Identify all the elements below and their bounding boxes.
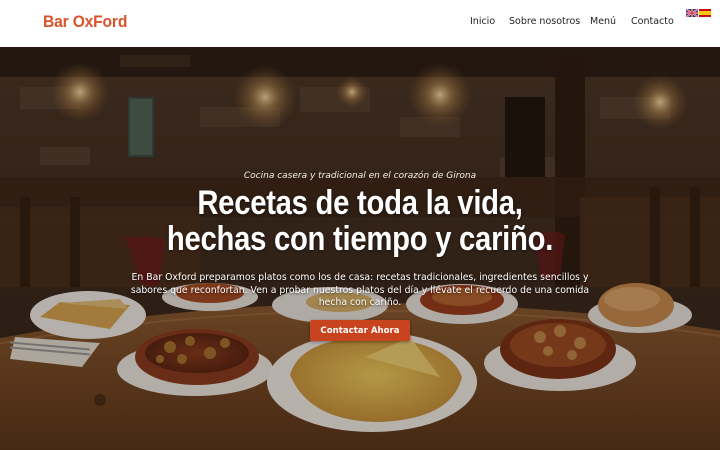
headline-line-2: hechas con tiempo y cariño. (166, 220, 554, 258)
site-logo[interactable]: Bar OxFord (43, 12, 127, 32)
hero-section: Cocina casera y tradicional en el corazó… (0, 47, 720, 450)
contact-now-button[interactable]: Contactar Ahora (310, 320, 410, 341)
hero-intro-text: En Bar Oxford preparamos platos como los… (130, 272, 590, 308)
nav-link-menu[interactable]: Menú (590, 16, 631, 27)
nav-link-sobre-nosotros[interactable]: Sobre nosotros (509, 16, 590, 27)
main-nav: Inicio Sobre nosotros Menú Contacto (470, 16, 679, 27)
nav-link-contacto[interactable]: Contacto (631, 16, 679, 27)
hero-tagline: Cocina casera y tradicional en el corazó… (243, 171, 477, 181)
english-flag-icon[interactable] (686, 9, 698, 17)
language-switcher (686, 9, 711, 17)
nav-link-inicio[interactable]: Inicio (470, 16, 509, 27)
hero-headline: Recetas de toda la vida, hechas con tiem… (50, 185, 669, 257)
site-header: Bar OxFord Inicio Sobre nosotros Menú Co… (0, 0, 720, 47)
spanish-flag-icon[interactable] (699, 9, 711, 17)
headline-line-1: Recetas de toda la vida, (197, 184, 523, 222)
